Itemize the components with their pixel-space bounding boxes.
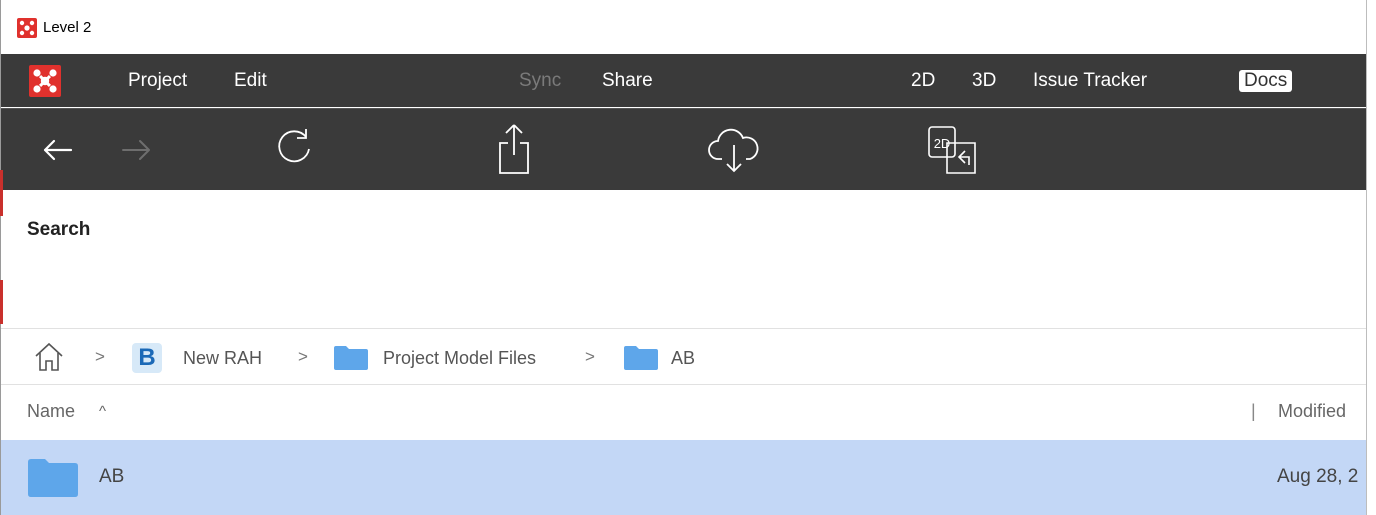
breadcrumb-label: AB <box>671 347 696 368</box>
breadcrumb-item-project-model-files[interactable]: Project Model Files <box>333 345 536 371</box>
folder-icon <box>28 459 78 497</box>
menu-edit[interactable]: Edit <box>234 70 267 92</box>
folder-icon <box>334 346 368 370</box>
column-header-modified[interactable]: Modified <box>1278 401 1346 422</box>
breadcrumb-separator: > <box>95 347 105 366</box>
column-resize-handle[interactable]: | <box>1251 401 1256 422</box>
background-window-edge <box>0 170 3 216</box>
folder-icon <box>624 346 658 370</box>
table-row[interactable]: AB Aug 28, 2 <box>1 440 1366 515</box>
home-icon[interactable] <box>33 340 65 374</box>
back-arrow-icon[interactable] <box>41 135 75 165</box>
menu-bar: Project Edit Sync Share 2D 3D Issue Trac… <box>1 54 1366 107</box>
sort-ascending-icon[interactable]: ^ <box>99 403 106 420</box>
toolbar: 2D <box>1 108 1366 190</box>
menu-2d[interactable]: 2D <box>911 70 935 92</box>
window-title: Level 2 <box>43 19 92 36</box>
divider <box>1 384 1366 385</box>
breadcrumb-item-project[interactable]: B New RAH <box>132 343 263 373</box>
breadcrumb-item-ab[interactable]: AB <box>623 345 695 371</box>
breadcrumb-label: Project Model Files <box>383 347 537 368</box>
title-bar: Level 2 <box>1 0 1366 54</box>
forward-arrow-icon[interactable] <box>119 135 153 165</box>
app-menu-logo-icon[interactable] <box>27 63 63 99</box>
breadcrumb-separator: > <box>585 347 595 366</box>
2d-sheet-icon[interactable]: 2D <box>925 123 981 177</box>
refresh-icon[interactable] <box>271 125 317 171</box>
menu-docs[interactable]: Docs <box>1239 70 1293 92</box>
breadcrumb-separator: > <box>298 347 308 366</box>
bim-project-icon: B <box>132 343 162 373</box>
row-name: AB <box>99 466 125 487</box>
cloud-download-icon[interactable] <box>706 127 762 173</box>
menu-project[interactable]: Project <box>128 70 187 92</box>
search-label[interactable]: Search <box>27 219 90 241</box>
menu-share[interactable]: Share <box>602 70 653 92</box>
app-logo-icon <box>17 18 37 38</box>
app-window: Level 2 Project Edit Sync Share 2D 3D Is… <box>0 0 1366 515</box>
menu-sync[interactable]: Sync <box>519 70 561 92</box>
breadcrumb-label: New RAH <box>183 347 263 368</box>
menu-3d[interactable]: 3D <box>972 70 996 92</box>
upload-share-icon[interactable] <box>496 121 532 177</box>
column-header-name[interactable]: Name <box>27 401 75 422</box>
menu-issue-tracker[interactable]: Issue Tracker <box>1033 70 1147 92</box>
row-modified-date: Aug 28, 2 <box>1277 466 1359 487</box>
divider <box>1 328 1366 329</box>
background-window-edge <box>0 280 3 324</box>
background-window-edge <box>1366 0 1376 515</box>
